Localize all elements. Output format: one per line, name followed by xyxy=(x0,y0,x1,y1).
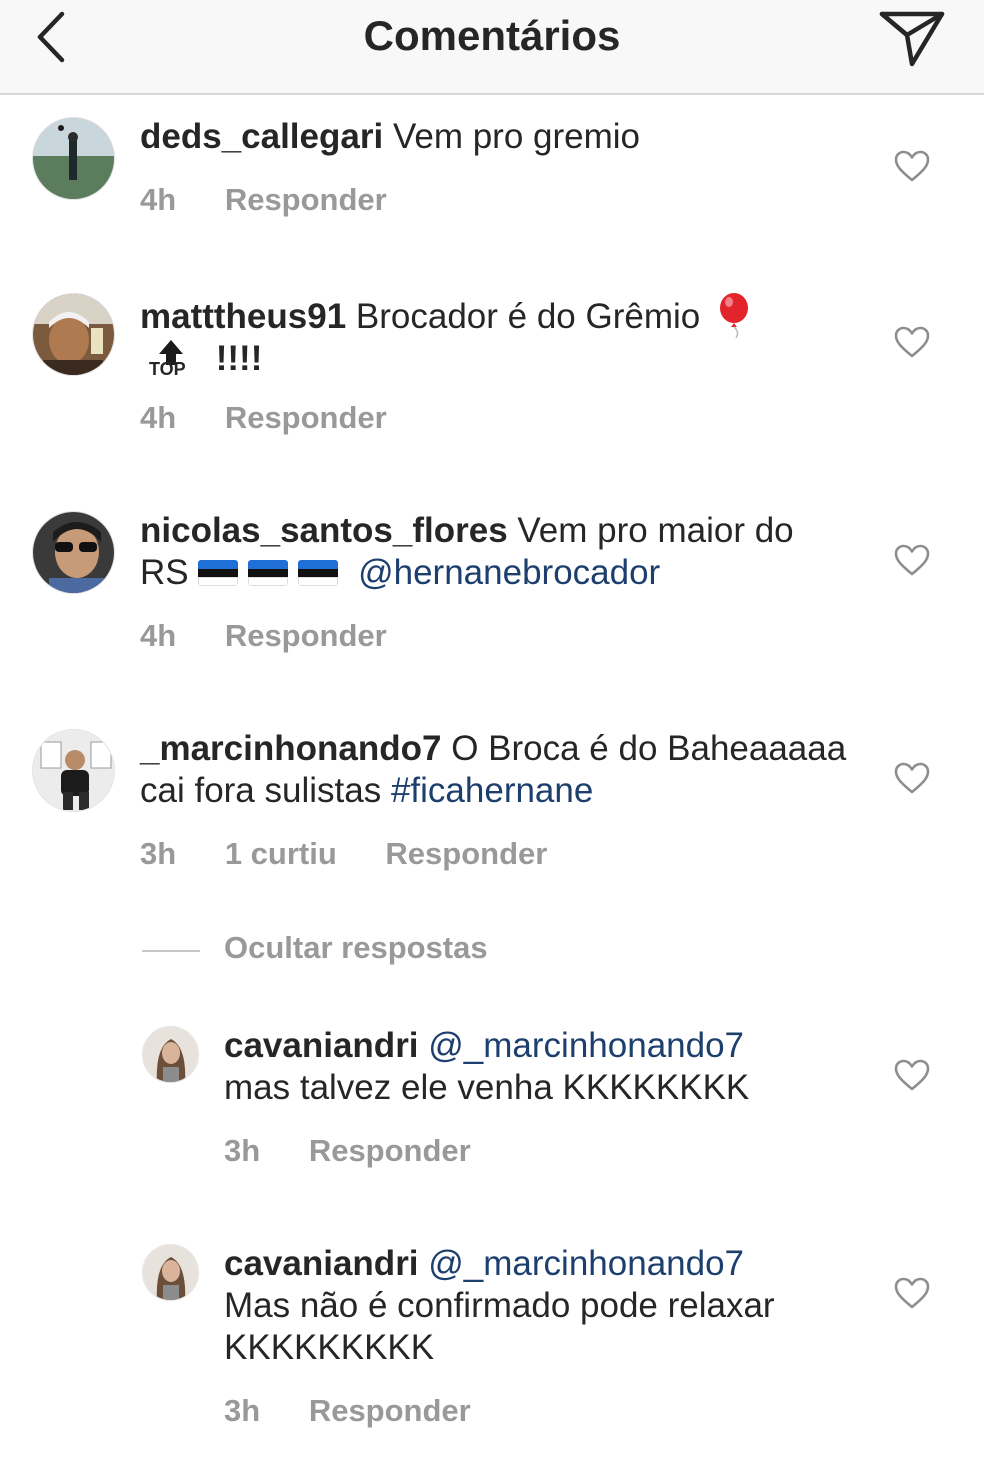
heart-icon[interactable] xyxy=(893,325,931,359)
top-label: TOP xyxy=(149,359,186,379)
comment-meta: 4h Responder xyxy=(140,618,427,654)
paper-plane-icon xyxy=(879,11,945,67)
comment-username[interactable]: cavaniandri xyxy=(224,1244,419,1283)
top-bar: Comentários xyxy=(0,0,984,95)
comment-username[interactable]: cavaniandri xyxy=(224,1026,419,1065)
heart-icon[interactable] xyxy=(893,149,931,183)
reply-button[interactable]: Responder xyxy=(225,618,387,653)
reply-button[interactable]: Responder xyxy=(225,182,387,217)
heart-icon[interactable] xyxy=(893,543,931,577)
comment-meta: 4h Responder xyxy=(140,400,427,436)
divider xyxy=(142,950,200,952)
comment-body: Mas não é confirmado pode relaxar KKKKKK… xyxy=(224,1286,775,1367)
comment-text: nicolas_santos_flores Vem pro maior do R… xyxy=(140,510,840,594)
comment-meta: 3h Responder xyxy=(224,1393,511,1429)
comment-text: deds_callegari Vem pro gremio xyxy=(140,116,840,158)
comment-time: 4h xyxy=(140,400,177,435)
comment-username[interactable]: deds_callegari xyxy=(140,117,383,156)
top-arrow-emoji: TOP xyxy=(146,338,196,378)
comment-suffix: !!!! xyxy=(215,339,263,378)
comment-username[interactable]: _marcinhonando7 xyxy=(140,729,441,768)
avatar[interactable] xyxy=(32,117,115,200)
avatar[interactable] xyxy=(32,511,115,594)
page-title: Comentários xyxy=(363,12,621,59)
mention-link[interactable]: @_marcinhonando7 xyxy=(428,1026,744,1065)
heart-icon[interactable] xyxy=(893,761,931,795)
estonia-flag-emoji xyxy=(248,560,289,586)
estonia-flag-emoji xyxy=(298,560,339,586)
reply-button[interactable]: Responder xyxy=(309,1393,471,1428)
balloon-emoji xyxy=(719,293,748,339)
hashtag-link[interactable]: #ficahernane xyxy=(391,771,593,810)
comment-username[interactable]: nicolas_santos_flores xyxy=(140,511,508,550)
mention-link[interactable]: @hernanebrocador xyxy=(358,553,660,592)
heart-icon[interactable] xyxy=(893,1058,931,1092)
hide-replies-label: Ocultar respostas xyxy=(224,930,488,965)
mention-link[interactable]: @_marcinhonando7 xyxy=(428,1244,744,1283)
comment-body: mas talvez ele venha KKKKKKKK xyxy=(224,1068,750,1107)
comment-body: Vem pro gremio xyxy=(392,117,640,156)
avatar[interactable] xyxy=(32,293,115,376)
comment-username[interactable]: matttheus91 xyxy=(140,297,346,336)
avatar[interactable] xyxy=(142,1026,199,1083)
comment-time: 3h xyxy=(224,1133,261,1168)
likes-count[interactable]: 1 curtiu xyxy=(225,836,337,871)
avatar[interactable] xyxy=(32,729,115,812)
comment-time: 3h xyxy=(140,836,177,871)
comment-text: matttheus91 Brocador é do Grêmio TOP !!!… xyxy=(140,292,820,380)
reply-button[interactable]: Responder xyxy=(225,400,387,435)
share-button[interactable] xyxy=(876,6,948,70)
comment-meta: 3h Responder xyxy=(224,1133,511,1169)
reply-button[interactable]: Responder xyxy=(385,836,547,871)
heart-icon[interactable] xyxy=(893,1276,931,1310)
comment-text: _marcinhonando7 O Broca é do Baheaaaaa c… xyxy=(140,728,860,812)
comment-text: cavaniandri @_marcinhonando7 Mas não é c… xyxy=(224,1243,864,1369)
comment-time: 4h xyxy=(140,618,177,653)
comment-time: 3h xyxy=(224,1393,261,1428)
comment-time: 4h xyxy=(140,182,177,217)
estonia-flag-emoji xyxy=(198,560,239,586)
comment-body: Brocador é do Grêmio xyxy=(355,297,701,336)
comment-meta: 4h Responder xyxy=(140,182,427,218)
avatar[interactable] xyxy=(142,1244,199,1301)
comment-text: cavaniandri @_marcinhonando7 mas talvez … xyxy=(224,1025,844,1109)
comment-meta: 3h 1 curtiu Responder xyxy=(140,836,587,872)
reply-button[interactable]: Responder xyxy=(309,1133,471,1168)
